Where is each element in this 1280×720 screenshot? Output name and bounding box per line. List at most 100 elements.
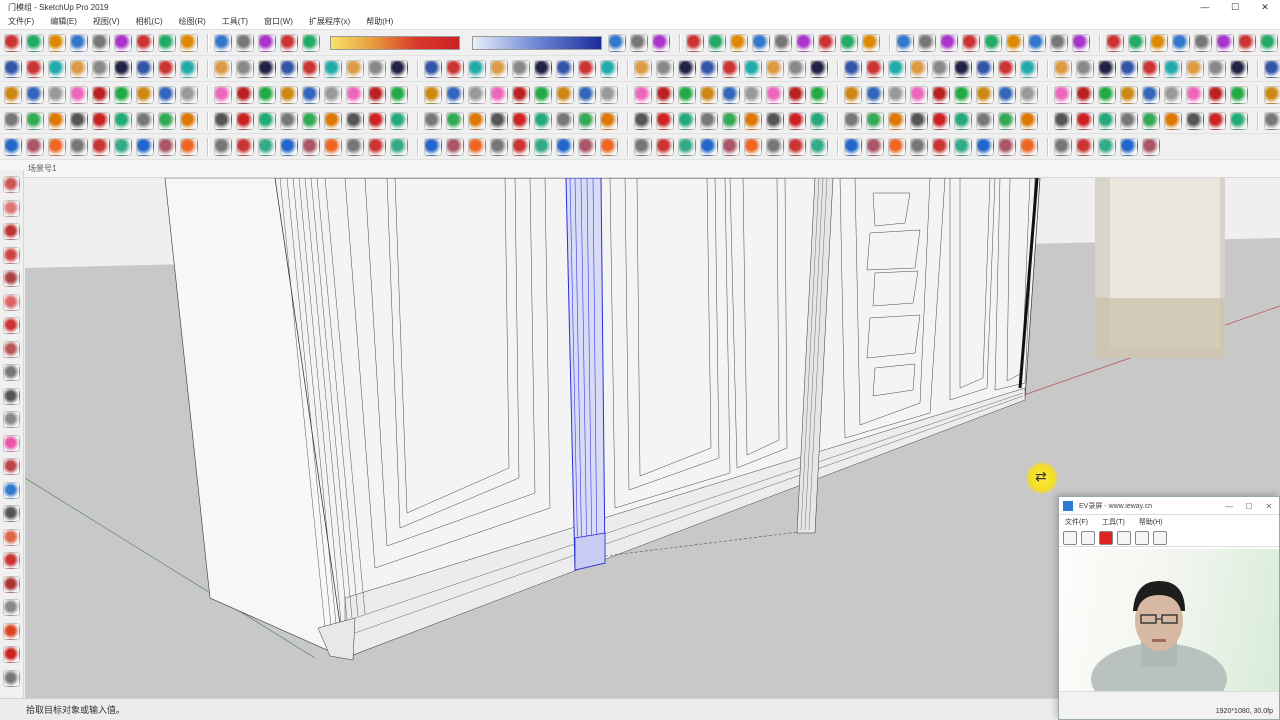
tool-icon[interactable]: [236, 137, 254, 156]
tool-icon[interactable]: [556, 111, 574, 130]
camera-icon[interactable]: [1117, 530, 1131, 545]
tool-icon[interactable]: [1076, 137, 1094, 156]
tool-icon[interactable]: [468, 111, 486, 130]
tool-icon[interactable]: [114, 111, 132, 130]
tool-icon[interactable]: [70, 33, 88, 52]
tool-icon[interactable]: [158, 111, 176, 130]
recorder-menu-item[interactable]: 工具(T): [1102, 517, 1125, 527]
tool-icon[interactable]: [774, 33, 792, 52]
tool-icon[interactable]: [708, 33, 726, 52]
left-tool-icon[interactable]: [3, 646, 20, 663]
tool-icon[interactable]: [390, 59, 408, 78]
tool-icon[interactable]: [932, 59, 950, 78]
tool-icon[interactable]: [512, 137, 530, 156]
tool-icon[interactable]: [368, 137, 386, 156]
tool-icon[interactable]: [70, 59, 88, 78]
left-tool-icon[interactable]: [3, 505, 20, 522]
left-tool-icon[interactable]: [3, 270, 20, 287]
tool-icon[interactable]: [280, 59, 298, 78]
tool-icon[interactable]: [490, 59, 508, 78]
tool-icon[interactable]: [910, 111, 928, 130]
tool-icon[interactable]: [180, 137, 198, 156]
left-tool-icon[interactable]: [3, 528, 20, 546]
tool-icon[interactable]: [1142, 137, 1160, 156]
tool-icon[interactable]: [700, 59, 718, 78]
tool-icon[interactable]: [744, 137, 762, 156]
tool-icon[interactable]: [810, 59, 828, 78]
tool-icon[interactable]: [180, 85, 198, 104]
tool-icon[interactable]: [490, 111, 508, 130]
tool-icon[interactable]: [578, 59, 596, 78]
tool-icon[interactable]: [678, 85, 696, 104]
tool-icon[interactable]: [114, 137, 132, 156]
tool-icon[interactable]: [1216, 33, 1234, 52]
tool-icon[interactable]: [788, 59, 806, 78]
left-tool-icon[interactable]: [3, 246, 20, 264]
tool-icon[interactable]: [1186, 111, 1204, 130]
tool-icon[interactable]: [1260, 33, 1278, 52]
tool-icon[interactable]: [214, 59, 232, 78]
tool-icon[interactable]: [1120, 85, 1138, 104]
tool-icon[interactable]: [390, 85, 408, 104]
tool-icon[interactable]: [1076, 59, 1094, 78]
tool-icon[interactable]: [214, 137, 232, 156]
tool-icon[interactable]: [578, 137, 596, 156]
tool-icon[interactable]: [1194, 33, 1212, 52]
tool-icon[interactable]: [92, 137, 110, 156]
tool-icon[interactable]: [976, 111, 994, 130]
tool-icon[interactable]: [512, 85, 530, 104]
tool-icon[interactable]: [236, 85, 254, 104]
tool-icon[interactable]: [976, 59, 994, 78]
tool-icon[interactable]: [258, 85, 276, 104]
tool-icon[interactable]: [1208, 85, 1226, 104]
tool-icon[interactable]: [114, 59, 132, 78]
left-tool-icon[interactable]: [3, 575, 20, 593]
tool-icon[interactable]: [236, 33, 254, 52]
tool-icon[interactable]: [788, 85, 806, 104]
tool-icon[interactable]: [656, 137, 674, 156]
tool-icon[interactable]: [910, 137, 928, 156]
tool-icon[interactable]: [1098, 111, 1116, 130]
tool-icon[interactable]: [302, 33, 320, 52]
tool-icon[interactable]: [600, 59, 618, 78]
menu-item[interactable]: 窗口(W): [256, 16, 301, 27]
tool-icon[interactable]: [932, 85, 950, 104]
tool-icon[interactable]: [1186, 59, 1204, 78]
tool-icon[interactable]: [932, 111, 950, 130]
tool-icon[interactable]: [70, 137, 88, 156]
tool-icon[interactable]: [976, 85, 994, 104]
tool-icon[interactable]: [1128, 33, 1146, 52]
tool-icon[interactable]: [634, 59, 652, 78]
tool-icon[interactable]: [844, 111, 862, 130]
tool-icon[interactable]: [678, 59, 696, 78]
tool-icon[interactable]: [866, 59, 884, 78]
tool-icon[interactable]: [910, 85, 928, 104]
tool-icon[interactable]: [114, 33, 132, 52]
tool-icon[interactable]: [468, 137, 486, 156]
tool-icon[interactable]: [810, 137, 828, 156]
tool-icon[interactable]: [866, 137, 884, 156]
tool-icon[interactable]: [1142, 111, 1160, 130]
tool-icon[interactable]: [92, 85, 110, 104]
tool-icon[interactable]: [1020, 137, 1038, 156]
tool-icon[interactable]: [1020, 59, 1038, 78]
record-settings-icon[interactable]: [1063, 530, 1077, 545]
tool-icon[interactable]: [1264, 59, 1280, 78]
left-tool-icon[interactable]: [3, 340, 20, 358]
tool-icon[interactable]: [302, 85, 320, 104]
tool-icon[interactable]: [1072, 33, 1090, 52]
tool-icon[interactable]: [1208, 59, 1226, 78]
tool-icon[interactable]: [446, 85, 464, 104]
menu-item[interactable]: 编辑(E): [42, 16, 85, 27]
tool-icon[interactable]: [1186, 85, 1204, 104]
tool-icon[interactable]: [678, 111, 696, 130]
tool-icon[interactable]: [26, 85, 44, 104]
tool-icon[interactable]: [1050, 33, 1068, 52]
tool-icon[interactable]: [534, 59, 552, 78]
tool-icon[interactable]: [280, 85, 298, 104]
tool-icon[interactable]: [954, 137, 972, 156]
tool-icon[interactable]: [534, 85, 552, 104]
tool-icon[interactable]: [766, 85, 784, 104]
close-button[interactable]: ✕: [1250, 0, 1280, 14]
tool-icon[interactable]: [512, 59, 530, 78]
